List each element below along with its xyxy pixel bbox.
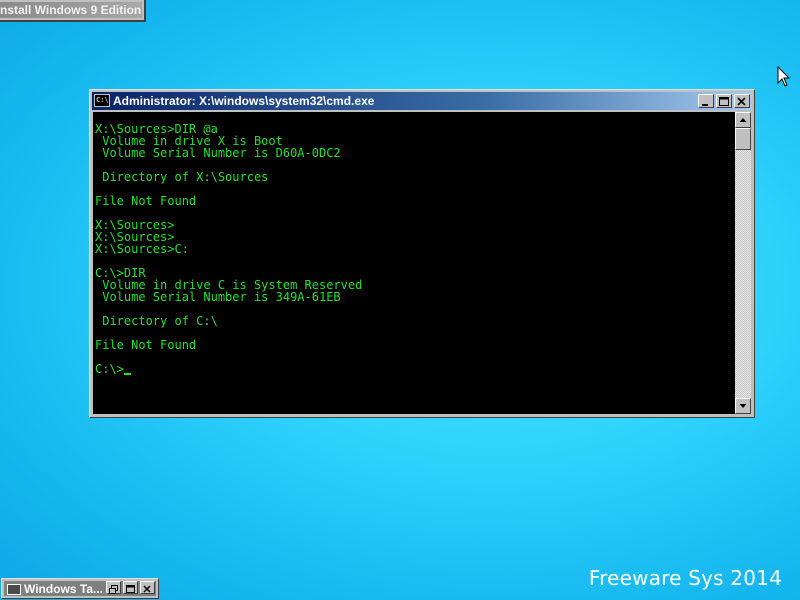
console-line: Directory of X:\Sources xyxy=(95,170,269,184)
cmd-window[interactable]: C:\ Administrator: X:\windows\system32\c… xyxy=(89,89,755,418)
mouse-pointer-icon xyxy=(777,66,791,87)
console-line: X:\Sources>C: xyxy=(95,242,189,256)
maximize-button[interactable] xyxy=(123,581,138,594)
watermark-text: Freeware Sys 2014 xyxy=(588,566,782,590)
restore-icon xyxy=(109,585,118,594)
console-line: File Not Found xyxy=(95,194,197,208)
maximize-icon xyxy=(126,585,135,593)
text-cursor xyxy=(123,373,131,375)
console-output[interactable]: X:\Sources>DIR @a Volume in drive X is B… xyxy=(93,112,736,414)
minimize-button[interactable] xyxy=(698,94,714,108)
console-line: X:\Sources> xyxy=(95,230,175,244)
close-icon xyxy=(143,585,151,593)
console-lines: X:\Sources>DIR @a Volume in drive X is B… xyxy=(93,112,736,375)
cmd-window-title: Administrator: X:\windows\system32\cmd.e… xyxy=(113,94,375,108)
cmd-titlebar[interactable]: C:\ Administrator: X:\windows\system32\c… xyxy=(92,92,752,110)
console-line: C:\> xyxy=(95,363,736,375)
console-line: Volume Serial Number is 349A-61EB xyxy=(95,290,341,304)
arrow-down-icon xyxy=(739,404,747,408)
close-button[interactable] xyxy=(734,94,750,108)
close-button[interactable] xyxy=(140,581,155,594)
console-line: Directory of C:\ xyxy=(95,314,218,328)
vertical-scrollbar[interactable] xyxy=(735,112,751,414)
console-line: Volume Serial Number is D60A-0DC2 xyxy=(95,146,341,160)
install-window-title: nstall Windows 9 Edition xyxy=(0,2,142,18)
task-manager-title: Windows Ta... xyxy=(24,582,104,596)
minimized-install-window[interactable]: nstall Windows 9 Edition xyxy=(0,0,146,22)
restore-button[interactable] xyxy=(106,581,121,594)
maximize-button[interactable] xyxy=(716,94,732,108)
scroll-up-button[interactable] xyxy=(735,112,751,128)
scroll-down-button[interactable] xyxy=(735,398,751,414)
arrow-up-icon xyxy=(739,118,747,122)
task-manager-icon xyxy=(7,584,21,595)
console-line: X:\Sources> xyxy=(95,218,175,232)
maximize-icon xyxy=(719,97,729,106)
minimized-task-manager-window[interactable]: Windows Ta... xyxy=(1,578,159,599)
close-icon xyxy=(737,97,746,106)
minimize-icon xyxy=(702,104,708,106)
console-line: File Not Found xyxy=(95,338,197,352)
cmd-icon[interactable]: C:\ xyxy=(94,94,110,107)
scrollbar-thumb[interactable] xyxy=(735,128,751,150)
